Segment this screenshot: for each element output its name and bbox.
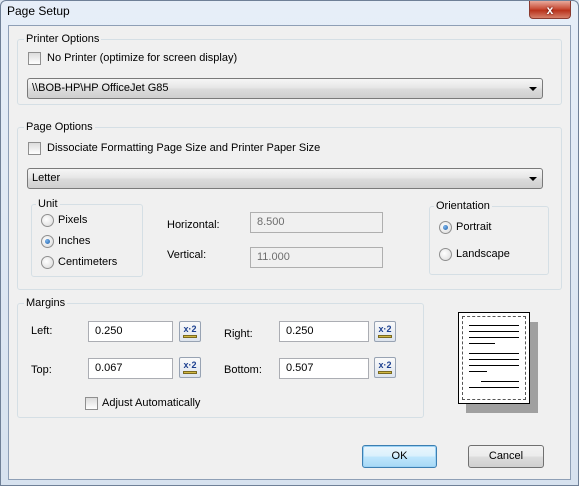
- close-icon: x: [546, 2, 554, 17]
- dialog-body: Printer Options No Printer (optimize for…: [8, 25, 571, 480]
- cancel-button[interactable]: Cancel: [468, 445, 544, 468]
- chevron-down-icon: [529, 177, 537, 181]
- margins-legend: Margins: [24, 297, 68, 309]
- bottom-margin-label: Bottom:: [224, 364, 262, 376]
- unit-centimeters-radio[interactable]: [41, 256, 54, 269]
- orientation-group: Orientation Portrait Landscape: [429, 200, 549, 275]
- paper-size-value: Letter: [32, 172, 61, 184]
- left-margin-value: 0.250: [95, 325, 123, 337]
- top-margin-label: Top:: [31, 364, 52, 376]
- unit-inches-label: Inches: [58, 235, 91, 247]
- vertical-value: 11.000: [257, 251, 290, 263]
- calculator-icon: x·2: [183, 360, 197, 370]
- orientation-portrait-label: Portrait: [456, 221, 492, 233]
- calculator-icon: x·2: [183, 324, 197, 334]
- right-margin-label: Right:: [224, 328, 253, 340]
- left-margin-calc-button[interactable]: x·2: [179, 321, 201, 342]
- page-options-group: Page Options Dissociate Formatting Page …: [17, 121, 562, 290]
- margins-group: Margins Left: 0.250 x·2 Right: 0.250 x·2…: [17, 297, 424, 418]
- printer-options-legend: Printer Options: [24, 33, 102, 45]
- ok-button[interactable]: OK: [362, 445, 437, 468]
- no-printer-label: No Printer (optimize for screen display): [47, 52, 238, 64]
- horizontal-label: Horizontal:: [167, 219, 220, 231]
- vertical-field: 11.000: [250, 247, 383, 268]
- top-margin-calc-button[interactable]: x·2: [179, 357, 201, 378]
- bottom-margin-calc-button[interactable]: x·2: [374, 357, 396, 378]
- window-title: Page Setup: [7, 4, 70, 18]
- printer-select[interactable]: \\BOB-HP\HP OfficeJet G85: [27, 78, 543, 99]
- orientation-landscape-label: Landscape: [456, 248, 510, 260]
- close-button[interactable]: x: [529, 1, 571, 19]
- unit-inches-radio[interactable]: [41, 235, 54, 248]
- right-margin-value: 0.250: [286, 325, 314, 337]
- page-setup-dialog: Page Setup x Printer Options No Printer …: [0, 0, 579, 486]
- horizontal-value: 8.500: [257, 216, 285, 228]
- dissociate-checkbox[interactable]: [28, 142, 41, 155]
- adjust-automatically-checkbox[interactable]: [85, 397, 98, 410]
- no-printer-checkbox[interactable]: [28, 52, 41, 65]
- printer-options-group: Printer Options No Printer (optimize for…: [17, 33, 562, 105]
- unit-pixels-label: Pixels: [58, 214, 88, 226]
- adjust-automatically-label: Adjust Automatically: [102, 397, 201, 409]
- bottom-margin-value: 0.507: [286, 362, 314, 374]
- preview-page: [458, 312, 530, 404]
- unit-group: Unit Pixels Inches Centimeters: [31, 198, 143, 277]
- dissociate-label: Dissociate Formatting Page Size and Prin…: [47, 142, 321, 154]
- left-margin-label: Left:: [31, 325, 53, 337]
- unit-pixels-radio[interactable]: [41, 214, 54, 227]
- vertical-label: Vertical:: [167, 249, 207, 261]
- bottom-margin-input[interactable]: 0.507: [279, 358, 369, 379]
- calculator-icon: x·2: [378, 360, 392, 370]
- top-margin-value: 0.067: [95, 362, 123, 374]
- right-margin-input[interactable]: 0.250: [279, 321, 369, 342]
- top-margin-input[interactable]: 0.067: [88, 358, 173, 379]
- orientation-landscape-radio[interactable]: [439, 248, 452, 261]
- title-bar[interactable]: Page Setup x: [1, 1, 578, 25]
- orientation-portrait-radio[interactable]: [439, 221, 452, 234]
- unit-centimeters-label: Centimeters: [58, 256, 118, 268]
- horizontal-field: 8.500: [250, 212, 383, 233]
- left-margin-input[interactable]: 0.250: [88, 321, 173, 342]
- chevron-down-icon: [529, 87, 537, 91]
- unit-legend: Unit: [36, 198, 60, 210]
- calculator-icon: x·2: [378, 324, 392, 334]
- paper-size-select[interactable]: Letter: [27, 168, 543, 189]
- right-margin-calc-button[interactable]: x·2: [374, 321, 396, 342]
- page-options-legend: Page Options: [24, 121, 95, 133]
- printer-select-value: \\BOB-HP\HP OfficeJet G85: [32, 82, 169, 94]
- orientation-legend: Orientation: [434, 200, 492, 212]
